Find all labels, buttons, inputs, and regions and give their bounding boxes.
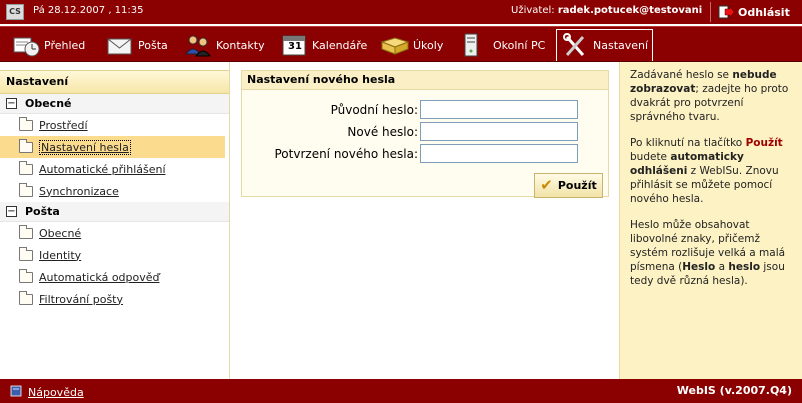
form-row: Nové heslo:: [242, 122, 608, 142]
folder-icon: [19, 116, 33, 131]
sidebar-group-mail[interactable]: − Pošta: [0, 202, 229, 222]
sidebar-group-general[interactable]: − Obecné: [0, 94, 229, 114]
sidebar-item-label[interactable]: Synchronizace: [39, 185, 119, 198]
new-password-label: Nové heslo:: [347, 125, 418, 139]
folder-icon: [19, 160, 33, 175]
sidebar-item-label[interactable]: Automatické přihlášení: [39, 163, 166, 176]
app-version: WebIS (v.2007.Q4): [676, 384, 792, 397]
sidebar-item-sync[interactable]: Synchronizace: [0, 180, 229, 202]
sidebar-item-label[interactable]: Nastavení hesla: [39, 139, 131, 155]
sidebar-item-label[interactable]: Obecné: [39, 227, 81, 240]
collapse-toggle[interactable]: −: [6, 98, 17, 109]
help-text-bold: Heslo: [682, 261, 716, 273]
nav-calendars[interactable]: 31 Kalendáře: [280, 30, 367, 60]
checkmark-icon: ✔: [540, 176, 553, 194]
user-label: Uživatel:: [511, 5, 555, 16]
sidebar-item-label[interactable]: Filtrování pošty: [39, 293, 123, 306]
sidebar-item-mail-filtering[interactable]: Filtrování pošty: [0, 288, 229, 310]
settings-sidebar: Nastavení − Obecné Prostředí Nastavení h…: [0, 62, 230, 379]
sidebar-group-label: Obecné: [25, 97, 72, 110]
apply-button-label: Použít: [557, 179, 597, 192]
tasks-icon: [380, 32, 410, 58]
help-link-label[interactable]: Nápověda: [28, 386, 84, 399]
nav-overview[interactable]: Přehled: [12, 30, 85, 60]
help-paragraph: Zadávané heslo se nebude zobrazovat; zad…: [630, 68, 794, 124]
help-text-highlight: Použít: [745, 137, 783, 149]
help-book-icon: [10, 384, 24, 400]
apply-button[interactable]: ✔ Použít: [534, 173, 603, 198]
password-form-panel: Nastavení nového hesla Původní heslo: No…: [241, 70, 609, 198]
new-password-field[interactable]: [420, 122, 578, 141]
nav-calendars-label: Kalendáře: [312, 38, 368, 52]
help-text-bold: heslo: [728, 261, 761, 273]
logout-label: Odhlásit: [738, 5, 790, 19]
nav-tasks[interactable]: Úkoly: [380, 30, 444, 60]
help-panel: Zadávané heslo se nebude zobrazovat; zad…: [619, 62, 802, 379]
nav-mail-label: Pošta: [138, 38, 168, 52]
help-link[interactable]: Nápověda: [10, 384, 84, 400]
sidebar-group-label: Pošta: [25, 205, 60, 218]
sidebar-item-auto-login[interactable]: Automatické přihlášení: [0, 158, 229, 180]
help-text: Zadávané heslo se: [630, 69, 733, 81]
folder-icon: [19, 182, 33, 197]
main-nav: Přehled Pošta Kontakty 31 Kalendáře Úkol…: [0, 26, 802, 62]
sidebar-item-label[interactable]: Identity: [39, 249, 81, 262]
nav-settings-label: Nastavení: [593, 39, 649, 52]
sidebar-title: Nastavení: [0, 70, 229, 94]
contacts-icon: [184, 32, 212, 58]
nav-contacts[interactable]: Kontakty: [184, 30, 265, 60]
help-paragraph: Heslo může obsahovat libovolné znaky, př…: [630, 218, 794, 288]
nav-contacts-label: Kontakty: [216, 38, 265, 52]
main-content: Nastavení nového hesla Původní heslo: No…: [231, 62, 618, 379]
sidebar-item-password-settings[interactable]: Nastavení hesla: [0, 136, 225, 158]
folder-icon: [19, 224, 33, 239]
sidebar-item-environment[interactable]: Prostředí: [0, 114, 229, 136]
overview-icon: [12, 32, 40, 58]
sidebar-item-label[interactable]: Prostředí: [39, 119, 88, 132]
help-text: a: [715, 261, 729, 273]
nav-settings[interactable]: Nastavení: [556, 29, 654, 61]
app-logo: CS: [6, 4, 24, 20]
old-password-label: Původní heslo:: [330, 103, 418, 117]
username: radek.potucek@testovani: [557, 5, 703, 16]
folder-icon: [19, 268, 33, 283]
footer-bar: Nápověda WebIS (v.2007.Q4): [0, 379, 802, 403]
calendar-day: 31: [288, 41, 302, 52]
mail-icon: [106, 32, 134, 58]
current-date: Pá 28.12.2007 , 11:35: [33, 5, 144, 16]
nav-network-pc[interactable]: Okolní PC: [461, 30, 545, 60]
user-info: Uživatel: radek.potucek@testovani: [511, 5, 702, 16]
sidebar-item-label[interactable]: Automatická odpověď: [39, 271, 160, 284]
help-paragraph: Po kliknutí na tlačítko Použít budete au…: [630, 136, 794, 206]
logout-button[interactable]: Odhlásit: [718, 2, 790, 22]
help-text: Po kliknutí na tlačítko: [630, 137, 746, 149]
settings-tools-icon: [561, 32, 589, 59]
old-password-field[interactable]: [420, 100, 578, 119]
form-row: Původní heslo:: [242, 100, 608, 120]
topbar-divider: [710, 2, 711, 22]
folder-icon: [19, 290, 33, 305]
logout-icon: [718, 5, 735, 19]
help-text: budete: [630, 151, 671, 163]
calendar-icon: 31: [280, 32, 308, 58]
form-row: Potvrzení nového hesla:: [242, 144, 608, 164]
folder-icon: [19, 138, 33, 153]
folder-icon: [19, 246, 33, 261]
sidebar-item-identities[interactable]: Identity: [0, 244, 229, 266]
confirm-password-label: Potvrzení nového hesla:: [274, 147, 419, 161]
nav-network-pc-label: Okolní PC: [493, 38, 546, 52]
top-bar: CS Pá 28.12.2007 , 11:35 Uživatel: radek…: [0, 0, 802, 24]
sidebar-item-auto-reply[interactable]: Automatická odpověď: [0, 266, 229, 288]
nav-tasks-label: Úkoly: [413, 38, 444, 52]
nav-overview-label: Přehled: [44, 38, 86, 52]
sidebar-item-mail-general[interactable]: Obecné: [0, 222, 229, 244]
network-pc-icon: [461, 32, 489, 58]
collapse-toggle[interactable]: −: [6, 206, 17, 217]
confirm-password-field[interactable]: [420, 144, 578, 163]
nav-mail[interactable]: Pošta: [106, 30, 168, 60]
panel-title: Nastavení nového hesla: [242, 71, 608, 90]
